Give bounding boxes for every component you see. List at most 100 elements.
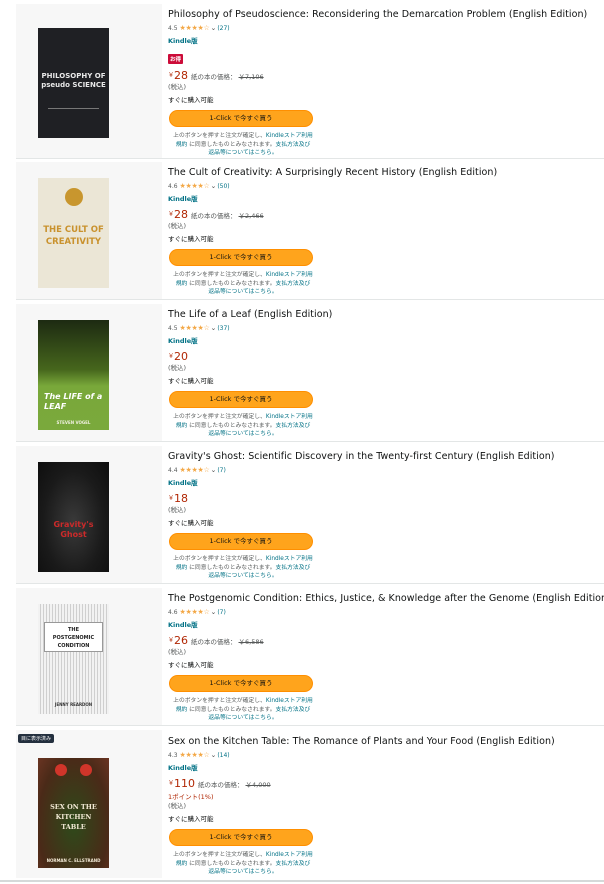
- terms-link-cont[interactable]: 規約: [176, 142, 188, 148]
- product-row: THE POSTGENOMIC CONDITION JENNY REARDON …: [0, 588, 604, 726]
- rating-count[interactable]: (50): [217, 182, 229, 191]
- returns-link[interactable]: 返品等についてはこちら。: [208, 869, 277, 875]
- cover-tomato: [80, 764, 92, 776]
- rating-count[interactable]: (14): [217, 751, 229, 760]
- rating-count[interactable]: (27): [217, 24, 229, 33]
- product-info: The Life of a Leaf (English Edition) 4.5…: [168, 309, 598, 439]
- rating-score: 4.6: [168, 609, 178, 616]
- product-title[interactable]: The Life of a Leaf (English Edition): [168, 309, 598, 321]
- availability: すぐに購入可能: [168, 815, 214, 823]
- price[interactable]: 20: [174, 350, 188, 363]
- payment-link[interactable]: 支払方法及び: [276, 707, 311, 713]
- rating[interactable]: 4.4 ★★★★☆ ⌄ (7): [168, 466, 598, 475]
- price-line: ￥ 26 紙の本の価格： ￥6,586: [168, 634, 598, 647]
- price[interactable]: 26: [174, 634, 188, 647]
- deal-badge: お得: [168, 54, 184, 64]
- terms-link-cont[interactable]: 規約: [176, 565, 188, 571]
- notice-text: 上のボタンを押すと注文が確定し、: [173, 272, 266, 278]
- product-title[interactable]: Sex on the Kitchen Table: The Romance of…: [168, 736, 598, 748]
- terms-link-cont[interactable]: 規約: [176, 423, 188, 429]
- product-title[interactable]: The Cult of Creativity: A Surprisingly R…: [168, 167, 598, 179]
- price[interactable]: 110: [174, 777, 195, 790]
- format-link[interactable]: Kindle版: [168, 37, 598, 46]
- paper-price: ￥6,586: [238, 638, 264, 646]
- terms-link[interactable]: Kindleストア利用: [266, 698, 313, 704]
- payment-link[interactable]: 支払方法及び: [276, 142, 311, 148]
- rating-count[interactable]: (7): [217, 608, 226, 617]
- stars-icon: ★★★★☆: [179, 751, 210, 759]
- format-link[interactable]: Kindle版: [168, 195, 598, 204]
- one-click-buy-button[interactable]: 1-Click で今すぐ買う: [169, 249, 313, 266]
- product-info: Sex on the Kitchen Table: The Romance of…: [168, 736, 598, 877]
- product-title[interactable]: The Postgenomic Condition: Ethics, Justi…: [168, 593, 604, 605]
- divider: [16, 299, 604, 300]
- returns-link[interactable]: 返品等についてはこちら。: [208, 150, 277, 156]
- format-link[interactable]: Kindle版: [168, 337, 598, 346]
- book-cover[interactable]: SEX ON THE KITCHEN TABLE NORMAN C. ELLST…: [38, 758, 109, 868]
- format-link[interactable]: Kindle版: [168, 479, 598, 488]
- rating-score: 4.6: [168, 183, 178, 190]
- product-row: PHILOSOPHY OF pseudo SCIENCE Philosophy …: [0, 4, 604, 159]
- purchase-notice: 上のボタンを押すと注文が確定し、Kindleストア利用 規約 に同意したものとみ…: [168, 271, 318, 297]
- bottom-divider: [0, 880, 604, 882]
- terms-link-cont[interactable]: 規約: [176, 861, 188, 867]
- tax-note: (税込): [168, 802, 187, 810]
- rating-count[interactable]: (7): [217, 466, 226, 475]
- purchase-notice: 上のボタンを押すと注文が確定し、Kindleストア利用 規約 に同意したものとみ…: [168, 132, 318, 158]
- availability: すぐに購入可能: [168, 519, 214, 527]
- purchase-notice: 上のボタンを押すと注文が確定し、Kindleストア利用 規約 に同意したものとみ…: [168, 555, 318, 581]
- rating[interactable]: 4.3 ★★★★☆ ⌄ (14): [168, 751, 598, 760]
- payment-link[interactable]: 支払方法及び: [276, 281, 311, 287]
- rating[interactable]: 4.6 ★★★★☆ ⌄ (7): [168, 608, 598, 617]
- availability: すぐに購入可能: [168, 235, 214, 243]
- price-line: ￥ 18: [168, 492, 598, 505]
- price[interactable]: 18: [174, 492, 188, 505]
- paper-price-label: 紙の本の価格：: [191, 73, 237, 81]
- payment-link[interactable]: 支払方法及び: [276, 861, 311, 867]
- product-title[interactable]: Gravity's Ghost: Scientific Discovery in…: [168, 451, 598, 463]
- terms-link[interactable]: Kindleストア利用: [266, 852, 313, 858]
- returns-link[interactable]: 返品等についてはこちら。: [208, 715, 277, 721]
- chevron-down-icon[interactable]: ⌄: [210, 608, 216, 617]
- price[interactable]: 28: [174, 208, 188, 221]
- terms-link[interactable]: Kindleストア利用: [266, 133, 313, 139]
- price[interactable]: 28: [174, 69, 188, 82]
- terms-link[interactable]: Kindleストア利用: [266, 414, 313, 420]
- book-cover[interactable]: The LIFE of a LEAF STEVEN VOGEL: [38, 320, 109, 430]
- chevron-down-icon[interactable]: ⌄: [210, 324, 216, 333]
- returns-link[interactable]: 返品等についてはこちら。: [208, 431, 277, 437]
- one-click-buy-button[interactable]: 1-Click で今すぐ買う: [169, 675, 313, 692]
- book-cover[interactable]: Gravity's Ghost: [38, 462, 109, 572]
- chevron-down-icon[interactable]: ⌄: [210, 751, 216, 760]
- rating[interactable]: 4.5 ★★★★☆ ⌄ (37): [168, 324, 598, 333]
- rating[interactable]: 4.5 ★★★★☆ ⌄ (27): [168, 24, 598, 33]
- rating[interactable]: 4.6 ★★★★☆ ⌄ (50): [168, 182, 598, 191]
- terms-link[interactable]: Kindleストア利用: [266, 272, 313, 278]
- product-title[interactable]: Philosophy of Pseudoscience: Reconsideri…: [168, 9, 598, 21]
- format-link[interactable]: Kindle版: [168, 764, 598, 773]
- stars-icon: ★★★★☆: [179, 324, 210, 332]
- book-cover[interactable]: THE POSTGENOMIC CONDITION JENNY REARDON: [38, 604, 109, 714]
- terms-link-cont[interactable]: 規約: [176, 281, 188, 287]
- payment-link[interactable]: 支払方法及び: [276, 423, 311, 429]
- notice-text: に同意したものとみなされます。: [187, 280, 276, 287]
- price-line: ￥ 28 紙の本の価格： ￥2,466: [168, 208, 598, 221]
- one-click-buy-button[interactable]: 1-Click で今すぐ買う: [169, 533, 313, 550]
- rating-score: 4.5: [168, 325, 178, 332]
- book-cover[interactable]: THE CULT OF CREATIVITY: [38, 178, 109, 288]
- chevron-down-icon[interactable]: ⌄: [210, 466, 216, 475]
- returns-link[interactable]: 返品等についてはこちら。: [208, 573, 277, 579]
- format-link[interactable]: Kindle版: [168, 621, 598, 630]
- payment-link[interactable]: 支払方法及び: [276, 565, 311, 571]
- terms-link[interactable]: Kindleストア利用: [266, 556, 313, 562]
- book-cover[interactable]: PHILOSOPHY OF pseudo SCIENCE: [38, 28, 109, 138]
- rating-count[interactable]: (37): [217, 324, 229, 333]
- chevron-down-icon[interactable]: ⌄: [210, 182, 216, 191]
- one-click-buy-button[interactable]: 1-Click で今すぐ買う: [169, 391, 313, 408]
- product-row: THE CULT OF CREATIVITY The Cult of Creat…: [0, 162, 604, 300]
- one-click-buy-button[interactable]: 1-Click で今すぐ買う: [169, 829, 313, 846]
- terms-link-cont[interactable]: 規約: [176, 707, 188, 713]
- one-click-buy-button[interactable]: 1-Click で今すぐ買う: [169, 110, 313, 127]
- returns-link[interactable]: 返品等についてはこちら。: [208, 289, 277, 295]
- chevron-down-icon[interactable]: ⌄: [210, 24, 216, 33]
